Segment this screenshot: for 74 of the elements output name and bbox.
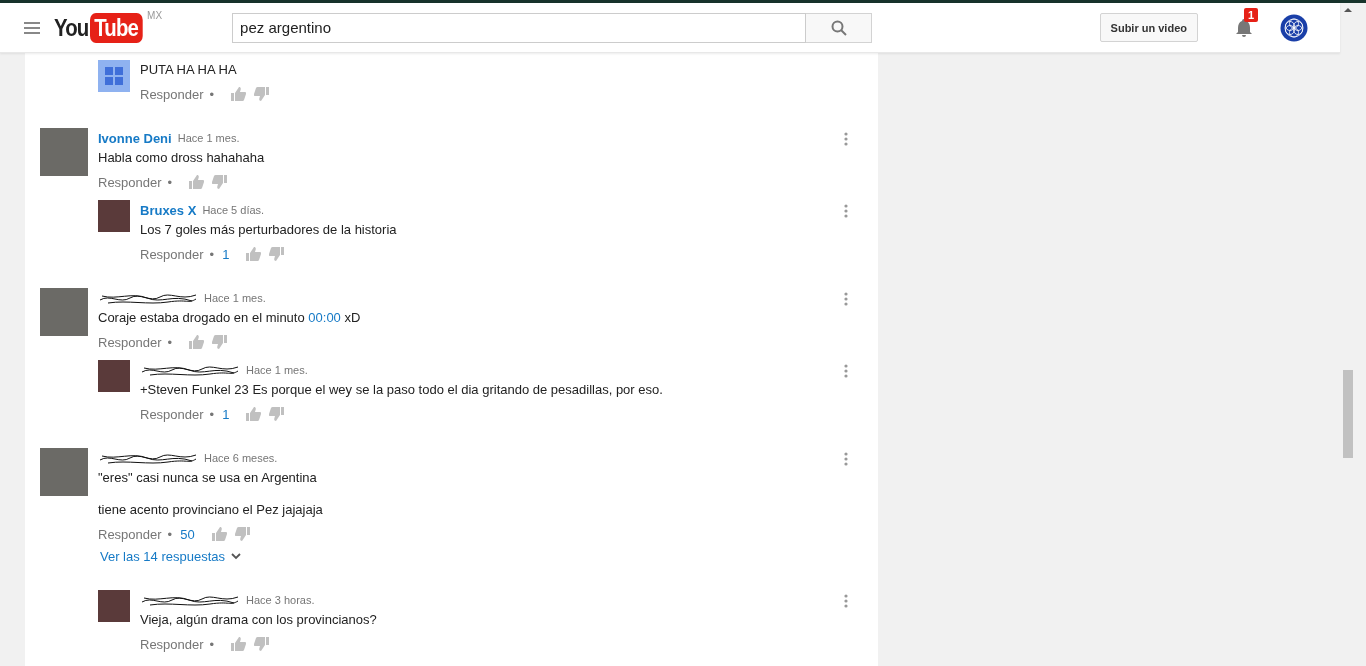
- separator-dot: •: [167, 334, 173, 350]
- notification-badge: 1: [1244, 7, 1259, 22]
- avatar-photo-placeholder[interactable]: [40, 128, 88, 176]
- logo[interactable]: You Tube MX: [54, 12, 163, 43]
- avatar-photo-placeholder[interactable]: [98, 360, 130, 392]
- comment-time[interactable]: Hace 6 meses.: [204, 452, 278, 464]
- thumbs-up-icon[interactable]: [188, 174, 205, 190]
- comment-text: tiene acento provinciano el Pez jajajaja: [98, 501, 324, 519]
- comment-text: Habla como dross hahahaha: [98, 149, 266, 167]
- menu-icon[interactable]: [24, 21, 40, 34]
- chevron-down-icon: [231, 552, 242, 560]
- thumbs-up-icon[interactable]: [210, 526, 227, 542]
- more-options-icon[interactable]: [844, 204, 848, 218]
- more-options-icon[interactable]: [844, 452, 848, 466]
- separator-dot: •: [209, 246, 215, 262]
- reply-link[interactable]: Responder: [98, 334, 162, 350]
- bell-icon[interactable]: [1235, 17, 1253, 38]
- search-button[interactable]: [806, 12, 873, 43]
- like-count: 50: [180, 526, 195, 542]
- avatar-photo-placeholder[interactable]: [40, 448, 88, 496]
- separator-dot: •: [167, 174, 173, 190]
- view-replies-link[interactable]: Ver las 14 respuestas: [100, 546, 878, 566]
- comment-text: Los 7 goles más perturbadores de la historia: [140, 221, 398, 239]
- thumbs-down-icon[interactable]: [234, 526, 251, 542]
- comment-text: +Steven Funkel 23 Es porque el wey se la paso todo el dia gritando de pesadillas, por eso.: [140, 381, 664, 399]
- comment-time[interactable]: Hace 1 mes.: [246, 364, 308, 376]
- avatar-photo-placeholder[interactable]: [98, 200, 130, 232]
- like-count: 1: [222, 246, 230, 262]
- account-avatar[interactable]: [1280, 13, 1308, 42]
- separator-dot: •: [209, 636, 215, 652]
- thumbs-down-icon[interactable]: [212, 334, 229, 350]
- more-options-icon[interactable]: [844, 594, 848, 608]
- upload-button[interactable]: Subir un video: [1099, 13, 1198, 42]
- comment-time[interactable]: Hace 5 días.: [202, 204, 265, 216]
- avatar-photo-placeholder[interactable]: [98, 590, 130, 622]
- thumbs-up-icon[interactable]: [230, 86, 247, 102]
- reply-link[interactable]: Responder: [140, 636, 204, 652]
- comment-time[interactable]: Hace 1 mes.: [177, 132, 240, 144]
- thumbs-down-icon[interactable]: [212, 174, 229, 190]
- reply-link[interactable]: Responder: [98, 526, 162, 542]
- reply-link[interactable]: Responder: [140, 246, 204, 262]
- more-options-icon[interactable]: [844, 364, 848, 378]
- reply-link[interactable]: Responder: [140, 406, 204, 422]
- scrollbar-thumb[interactable]: [1343, 370, 1353, 458]
- thumbs-down-icon[interactable]: [254, 86, 271, 102]
- thumbs-down-icon[interactable]: [269, 406, 286, 422]
- comment-time[interactable]: Hace 1 mes.: [204, 292, 266, 304]
- thumbs-down-icon[interactable]: [269, 246, 286, 262]
- comment-text: Coraje estaba drogado en el minuto 00:00 xD: [98, 309, 362, 327]
- reply-link[interactable]: Responder: [98, 174, 162, 190]
- author-name[interactable]: Ivonne Deni: [98, 130, 172, 146]
- search-icon: [830, 19, 847, 36]
- separator-dot: •: [167, 526, 173, 542]
- default-avatar-icon: [105, 67, 123, 85]
- comment-time[interactable]: Hace 3 horas.: [246, 594, 315, 606]
- comment-text: Vieja, algún drama con los provincianos?: [140, 611, 378, 629]
- separator-dot: •: [209, 406, 215, 422]
- avatar-photo-placeholder[interactable]: [40, 288, 88, 336]
- search-field[interactable]: pez argentino: [232, 12, 807, 43]
- comment-text: PUTA HA HA HA: [140, 61, 238, 79]
- more-options-icon[interactable]: [844, 292, 848, 306]
- comment-text: "eres" casi nunca se usa en Argentina: [98, 469, 318, 487]
- thumbs-up-icon[interactable]: [245, 246, 262, 262]
- author-name[interactable]: Bruxes X: [140, 202, 197, 218]
- reply-link[interactable]: Responder: [140, 86, 204, 102]
- timestamp-link[interactable]: 00:00: [308, 310, 341, 325]
- separator-dot: •: [209, 86, 215, 102]
- more-options-icon[interactable]: [844, 132, 848, 146]
- avatar[interactable]: [98, 60, 130, 92]
- thumbs-down-icon[interactable]: [254, 636, 271, 652]
- thumbs-up-icon[interactable]: [230, 636, 247, 652]
- thumbs-up-icon[interactable]: [245, 406, 262, 422]
- thumbs-up-icon[interactable]: [188, 334, 205, 350]
- like-count: 1: [222, 406, 230, 422]
